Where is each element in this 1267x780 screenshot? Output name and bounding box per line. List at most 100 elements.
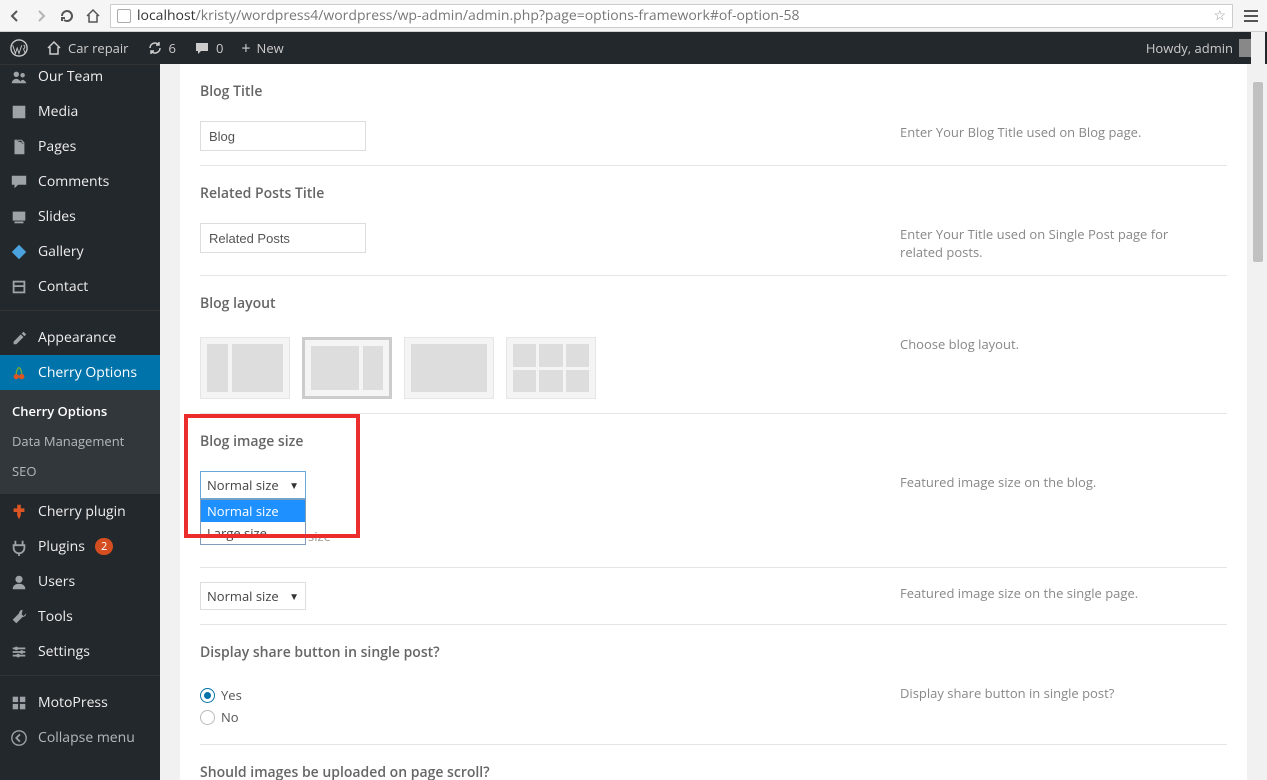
sidebar-item-label: Plugins — [38, 537, 85, 556]
appearance-icon — [10, 329, 28, 347]
sidebar-item-label: Cherry plugin — [38, 502, 126, 521]
sidebar-item-cherry-options[interactable]: Cherry Options — [0, 355, 160, 390]
sidebar-item-cherry-plugin[interactable]: Cherry plugin — [0, 494, 160, 529]
sidebar-item-motopress[interactable]: MotoPress — [0, 685, 160, 720]
page-scrollbar[interactable] — [1251, 32, 1265, 780]
account-link[interactable]: Howdy, admin — [1146, 39, 1257, 57]
layout-option-1[interactable] — [200, 337, 290, 399]
radio-label: No — [221, 708, 239, 726]
sidebar-submenu: Cherry Options Data Management SEO — [0, 390, 160, 494]
single-image-size-select[interactable]: Normal size ▼ — [200, 582, 306, 610]
sidebar-item-label: Pages — [38, 137, 76, 156]
sidebar-item-contact[interactable]: Contact — [0, 269, 160, 304]
site-link[interactable]: Car repair — [46, 39, 129, 57]
partial-text-size: size — [308, 527, 1008, 545]
tools-icon — [10, 608, 28, 626]
sidebar-item-plugins[interactable]: Plugins2 — [0, 529, 160, 564]
related-posts-input[interactable] — [200, 223, 366, 253]
sidebar-item-label: Cherry Options — [38, 363, 137, 382]
sidebar-item-label: Appearance — [38, 328, 116, 347]
bookmark-star-icon[interactable]: ☆ — [1213, 6, 1226, 25]
browser-menu-button[interactable] — [1241, 10, 1261, 22]
sidebar-collapse[interactable]: Collapse menu — [0, 720, 160, 755]
cherry-icon — [10, 364, 28, 382]
sidebar-item-label: Settings — [38, 642, 90, 661]
radio-icon — [200, 688, 215, 703]
submenu-data-management[interactable]: Data Management — [0, 426, 160, 456]
sidebar-item-users[interactable]: Users — [0, 564, 160, 599]
admin-sidebar: Our Team Media Pages Comments Slides Gal… — [0, 64, 160, 780]
sidebar-item-appearance[interactable]: Appearance — [0, 320, 160, 355]
single-image-size-hint: Featured image size on the single page. — [900, 582, 1227, 610]
blog-title-label: Blog Title — [180, 64, 1247, 107]
new-label: New — [257, 39, 284, 57]
settings-icon — [10, 643, 28, 661]
sidebar-item-tools[interactable]: Tools — [0, 599, 160, 634]
sidebar-item-label: MotoPress — [38, 693, 108, 712]
reload-button[interactable] — [58, 7, 76, 25]
home-button[interactable] — [84, 7, 102, 25]
url-text: localhost/kristy/wordpress4/wordpress/wp… — [137, 6, 800, 25]
gallery-icon — [10, 243, 28, 261]
sidebar-item-label: Comments — [38, 172, 109, 191]
slides-icon — [10, 208, 28, 226]
back-button[interactable] — [6, 7, 24, 25]
collapse-icon — [10, 729, 28, 747]
sidebar-item-media[interactable]: Media — [0, 94, 160, 129]
layout-thumbs — [200, 337, 900, 399]
sidebar-item-label: Slides — [38, 207, 76, 226]
submenu-seo[interactable]: SEO — [0, 456, 160, 486]
page-icon — [117, 9, 131, 23]
media-icon — [10, 103, 28, 121]
comments-icon — [10, 173, 28, 191]
wp-logo[interactable] — [10, 39, 28, 57]
blog-image-size-dropdown[interactable]: Normal size Large size — [200, 499, 306, 545]
sidebar-item-comments[interactable]: Comments — [0, 164, 160, 199]
sidebar-item-label: Our Team — [38, 67, 103, 86]
share-no-radio[interactable]: No — [200, 708, 900, 726]
blog-image-size-select[interactable]: Normal size ▼ — [200, 471, 306, 499]
comments-link[interactable]: 0 — [194, 39, 223, 57]
dropdown-option-normal[interactable]: Normal size — [201, 500, 305, 522]
sidebar-item-pages[interactable]: Pages — [0, 129, 160, 164]
blog-title-input[interactable] — [200, 121, 366, 151]
sidebar-item-settings[interactable]: Settings — [0, 634, 160, 669]
submenu-cherry-options[interactable]: Cherry Options — [0, 396, 160, 426]
people-icon — [10, 68, 28, 86]
layout-option-3[interactable] — [404, 337, 494, 399]
layout-option-4[interactable] — [506, 337, 596, 399]
greeting: Howdy, admin — [1146, 39, 1233, 57]
options-panel: Blog Title Enter Your Blog Title used on… — [180, 64, 1247, 780]
layout-option-2[interactable] — [302, 337, 392, 399]
blog-title-hint: Enter Your Blog Title used on Blog page. — [900, 121, 1227, 151]
scroll-upload-label: Should images be uploaded on page scroll… — [180, 745, 1247, 780]
blog-layout-label: Blog layout — [180, 276, 1247, 319]
share-button-label: Display share button in single post? — [180, 625, 1247, 668]
sidebar-item-gallery[interactable]: Gallery — [0, 234, 160, 269]
browser-toolbar: localhost/kristy/wordpress4/wordpress/wp… — [0, 0, 1267, 32]
select-value: Normal size — [207, 587, 279, 605]
site-name: Car repair — [68, 39, 129, 57]
cherry-plugin-icon — [10, 503, 28, 521]
motopress-icon — [10, 694, 28, 712]
select-value: Normal size — [207, 476, 279, 494]
updates-link[interactable]: 6 — [147, 39, 176, 57]
radio-icon — [200, 710, 215, 725]
blog-image-size-label: Blog image size — [180, 414, 1247, 457]
share-button-hint: Display share button in single post? — [900, 682, 1227, 730]
wp-admin-bar: Car repair 6 0 +New Howdy, admin — [0, 32, 1267, 64]
scroll-thumb[interactable] — [1253, 82, 1263, 262]
forward-button[interactable] — [32, 7, 50, 25]
sidebar-item-label: Users — [38, 572, 75, 591]
pages-icon — [10, 138, 28, 156]
plugins-icon — [10, 538, 28, 556]
dropdown-option-large[interactable]: Large size — [201, 522, 305, 544]
radio-label: Yes — [221, 686, 242, 704]
new-link[interactable]: +New — [241, 37, 283, 59]
content-area: Blog Title Enter Your Blog Title used on… — [160, 64, 1267, 780]
related-posts-label: Related Posts Title — [180, 166, 1247, 209]
url-bar[interactable]: localhost/kristy/wordpress4/wordpress/wp… — [110, 4, 1233, 28]
sidebar-item-our-team[interactable]: Our Team — [0, 64, 160, 94]
sidebar-item-slides[interactable]: Slides — [0, 199, 160, 234]
share-yes-radio[interactable]: Yes — [200, 686, 900, 704]
